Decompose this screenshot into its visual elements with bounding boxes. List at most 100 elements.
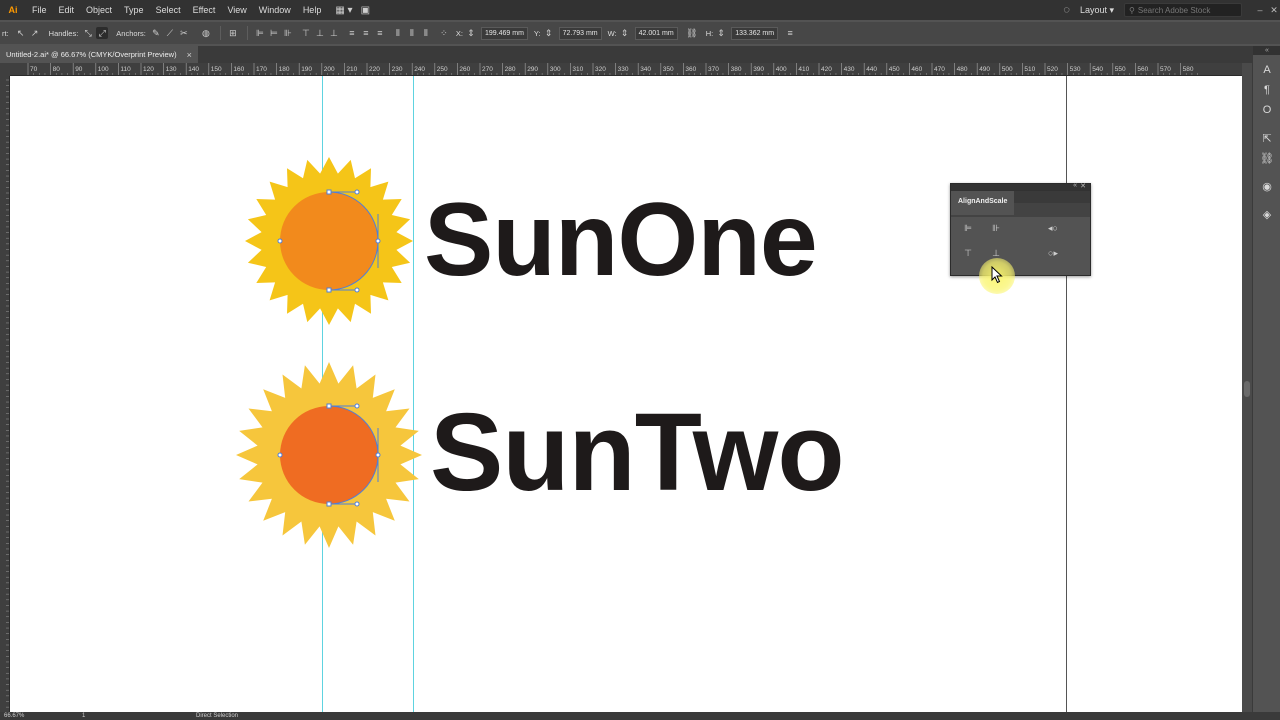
- menu-object[interactable]: Object: [80, 5, 118, 15]
- menu-edit[interactable]: Edit: [53, 5, 81, 15]
- ruler-tick-label: 400: [776, 66, 787, 73]
- align-right-icon[interactable]: ⊪: [282, 27, 294, 39]
- distribute-vcenter-icon[interactable]: ≡: [360, 27, 372, 39]
- menu-file[interactable]: File: [26, 5, 53, 15]
- align-hcenter-icon[interactable]: ⊨: [268, 27, 280, 39]
- handle-hide-icon[interactable]: ⤢: [96, 27, 109, 39]
- workspace-switcher[interactable]: Layout ▾: [1080, 5, 1114, 16]
- links-panel-icon[interactable]: ⛓: [1253, 148, 1280, 168]
- align-top-icon[interactable]: ⊤: [300, 27, 312, 39]
- anchor-hide-icon[interactable]: ⟋: [164, 27, 176, 39]
- handle-point[interactable]: [354, 287, 360, 293]
- menu-effect[interactable]: Effect: [187, 5, 222, 15]
- close-window-icon[interactable]: ✕: [1268, 0, 1280, 20]
- lightbulb-icon[interactable]: ◌: [1063, 4, 1070, 16]
- handle-point[interactable]: [375, 238, 381, 244]
- menu-type[interactable]: Type: [118, 5, 150, 15]
- appearance-panel-icon[interactable]: ◉: [1253, 176, 1280, 196]
- handles-label: Handles:: [48, 28, 79, 38]
- ruler-tick-label: 70: [30, 66, 38, 73]
- anchor-point[interactable]: [326, 189, 332, 195]
- vertical-ruler[interactable]: [0, 76, 10, 712]
- anchor-point[interactable]: [326, 403, 332, 409]
- sun-two-text[interactable]: SunTwo: [430, 398, 845, 508]
- w-field[interactable]: 42.001 mm: [634, 26, 678, 40]
- scale-height-icon[interactable]: ○▸: [1043, 247, 1063, 259]
- x-field[interactable]: 199.469 mm: [480, 26, 528, 40]
- handle-show-icon[interactable]: ⤡: [82, 27, 94, 39]
- align-left-edges-icon[interactable]: ⊫: [961, 222, 975, 234]
- y-field[interactable]: 72.793 mm: [558, 26, 602, 40]
- distribute-hcenter-icon[interactable]: ⫴: [406, 27, 418, 39]
- handle-point[interactable]: [354, 403, 360, 409]
- ruler-tick-label: 170: [256, 66, 267, 73]
- arrange-documents-icon[interactable]: ▦ ▾: [335, 5, 352, 16]
- handle-point[interactable]: [354, 189, 360, 195]
- convert-smooth-icon[interactable]: ↗: [29, 27, 41, 39]
- close-tab-icon[interactable]: ×: [187, 50, 192, 60]
- panel-titlebar[interactable]: « ✕: [951, 182, 1090, 191]
- menu-help[interactable]: Help: [297, 5, 328, 15]
- y-stepper-icon[interactable]: ⇕: [543, 27, 555, 39]
- menu-select[interactable]: Select: [150, 5, 187, 15]
- menu-window[interactable]: Window: [253, 5, 297, 15]
- panel-menu-icon[interactable]: ≡: [784, 27, 796, 39]
- align-left-icon[interactable]: ⊫: [254, 27, 266, 39]
- reference-point-icon[interactable]: ⁘: [438, 27, 450, 39]
- anchor-point[interactable]: [326, 287, 332, 293]
- distribute-right-icon[interactable]: ⫴: [420, 27, 432, 39]
- character-panel-icon[interactable]: A: [1253, 60, 1280, 80]
- zoom-level[interactable]: 66.67%: [4, 712, 24, 720]
- align-right-edges-icon[interactable]: ⊪: [989, 222, 1003, 234]
- export-panel-icon[interactable]: ⇱: [1253, 128, 1280, 148]
- ruler-tick-label: 110: [120, 66, 131, 73]
- sun-one-text[interactable]: SunOne: [424, 188, 818, 292]
- minimize-icon[interactable]: –: [1254, 0, 1266, 20]
- ruler-origin[interactable]: [0, 63, 10, 76]
- anchor-show-icon[interactable]: ✎: [150, 27, 162, 39]
- dock-collapse-icon[interactable]: «: [1253, 46, 1280, 55]
- distribute-left-icon[interactable]: ⫴: [392, 27, 404, 39]
- recolor-icon[interactable]: ◍: [200, 27, 212, 39]
- align-bottom-icon[interactable]: ⊥: [328, 27, 340, 39]
- align-to-icon[interactable]: ⊞: [227, 27, 239, 39]
- document-tab[interactable]: Untitled-2.ai* @ 66.67% (CMYK/Overprint …: [0, 46, 198, 63]
- anchor-point[interactable]: [326, 501, 332, 507]
- gpu-performance-icon[interactable]: ▣: [361, 5, 370, 16]
- menu-view[interactable]: View: [221, 5, 252, 15]
- align-vcenter-icon[interactable]: ⊥: [314, 27, 326, 39]
- sun-two-group[interactable]: [236, 362, 422, 548]
- opentype-panel-icon[interactable]: O: [1253, 100, 1280, 120]
- handle-point[interactable]: [277, 452, 283, 458]
- distribute-bottom-icon[interactable]: ≡: [374, 27, 386, 39]
- close-panel-icon[interactable]: ✕: [1080, 182, 1086, 190]
- handle-point[interactable]: [354, 501, 360, 507]
- constrain-proportions-icon[interactable]: ⛓: [686, 27, 698, 39]
- vertical-scrollbar[interactable]: [1242, 63, 1252, 712]
- h-stepper-icon[interactable]: ⇕: [715, 27, 727, 39]
- w-stepper-icon[interactable]: ⇕: [619, 27, 631, 39]
- ruler-tick-label: 500: [1002, 66, 1013, 73]
- ruler-tick-label: 430: [844, 66, 855, 73]
- handle-point[interactable]: [375, 452, 381, 458]
- horizontal-ruler[interactable]: 70 80 90 100 110 120 130 140 150 160 170 180 190 200 2…: [10, 63, 1242, 76]
- handle-point[interactable]: [277, 238, 283, 244]
- h-field[interactable]: 133.362 mm: [731, 26, 779, 40]
- align-and-scale-panel[interactable]: « ✕ AlignAndScale ⊫ ⊪ ⊤ ⊥ ◂○ ○▸: [950, 182, 1091, 276]
- adobe-stock-search[interactable]: ⚲ Search Adobe Stock: [1124, 3, 1242, 17]
- align-top-edges-icon[interactable]: ⊤: [961, 247, 975, 259]
- layers-panel-icon[interactable]: ◈: [1253, 204, 1280, 224]
- scrollbar-thumb[interactable]: [1244, 381, 1250, 397]
- ruler-tick-label: 150: [211, 66, 222, 73]
- artboard-canvas[interactable]: SunOne SunTwo: [10, 76, 1242, 712]
- x-stepper-icon[interactable]: ⇕: [465, 27, 477, 39]
- panel-tab-align-and-scale[interactable]: AlignAndScale: [951, 191, 1015, 215]
- artboard-number[interactable]: 1: [82, 712, 85, 720]
- paragraph-panel-icon[interactable]: ¶: [1253, 80, 1280, 100]
- sun-one-group[interactable]: [245, 157, 413, 325]
- cut-path-icon[interactable]: ✂: [178, 27, 190, 39]
- collapse-panel-icon[interactable]: «: [1073, 182, 1077, 189]
- distribute-top-icon[interactable]: ≡: [346, 27, 358, 39]
- convert-corner-icon[interactable]: ↖: [15, 27, 27, 39]
- scale-width-icon[interactable]: ◂○: [1043, 222, 1063, 234]
